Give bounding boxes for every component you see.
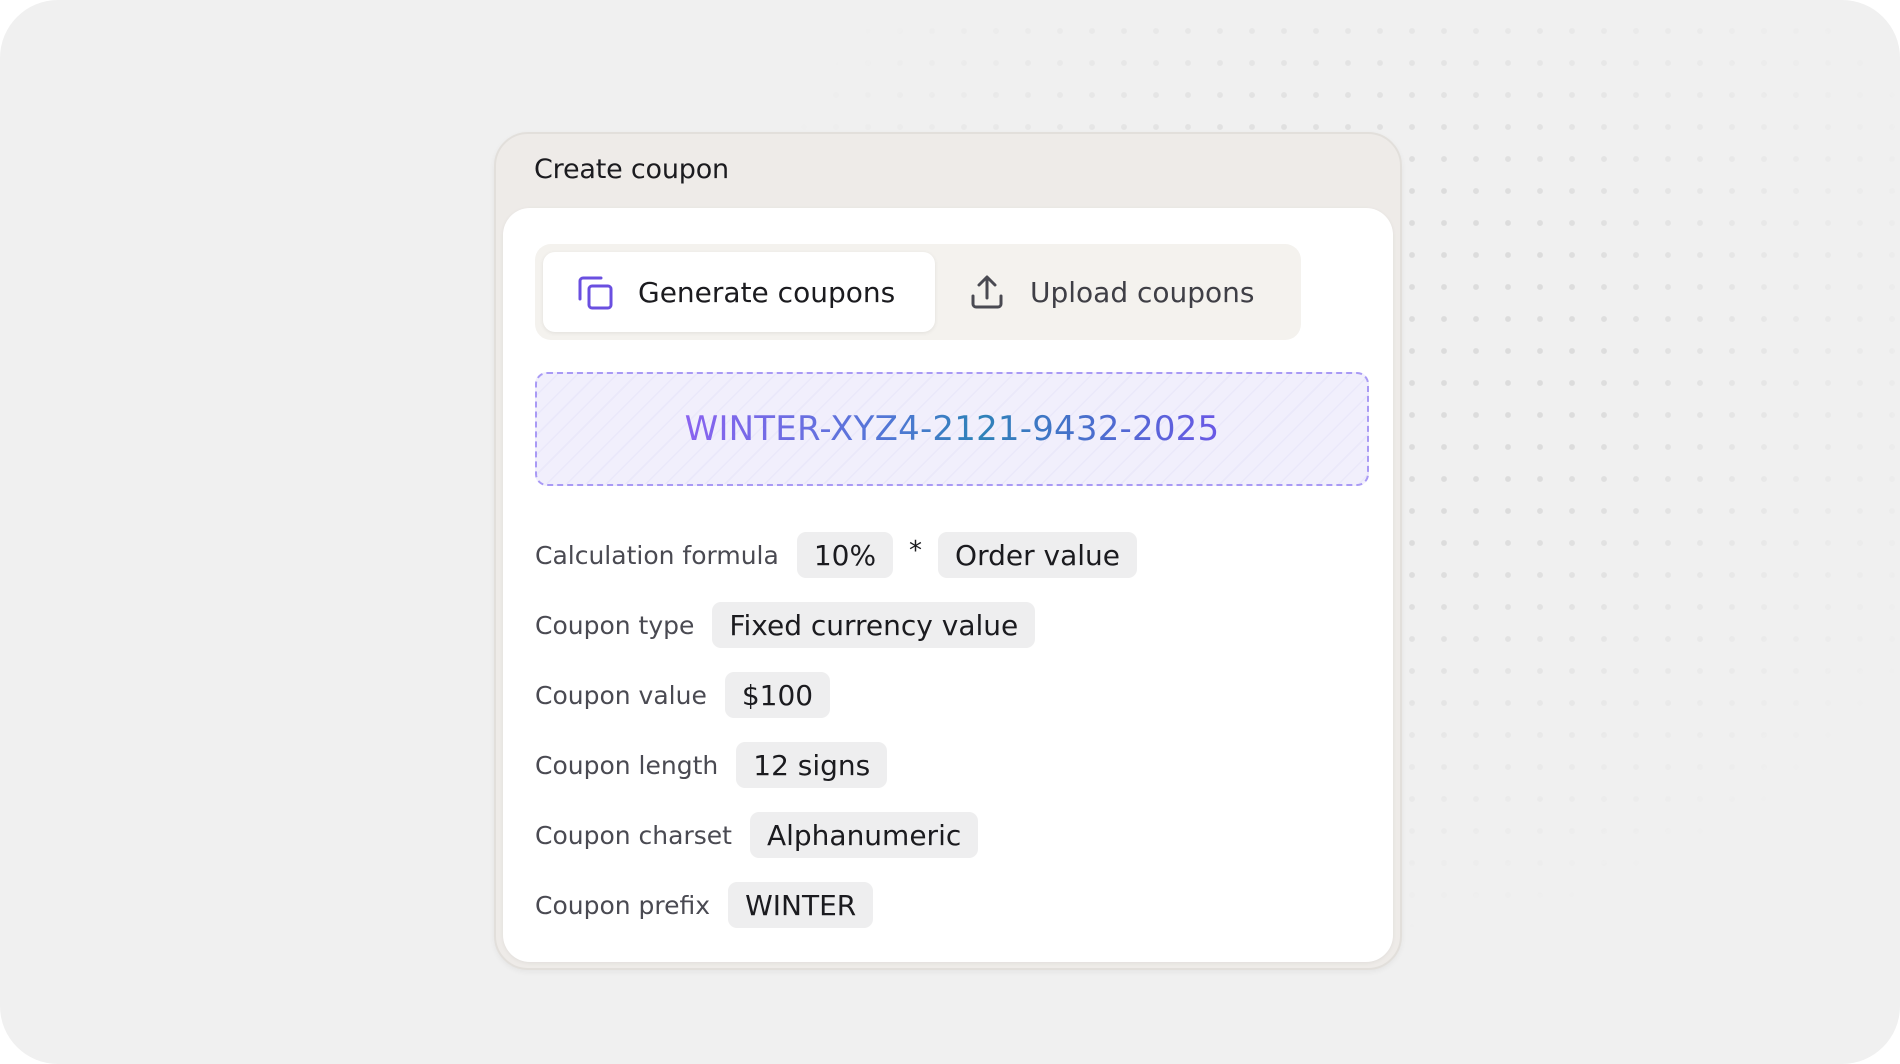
setting-label-charset: Coupon charset (535, 820, 732, 850)
setting-label-type: Coupon type (535, 610, 695, 640)
setting-label-prefix: Coupon prefix (535, 890, 711, 920)
coupon-source-toggle: Generate coupons Upload coupons (535, 244, 1301, 340)
formula-base-chip[interactable]: Order value (938, 532, 1137, 578)
tab-generate-label: Generate coupons (638, 275, 896, 309)
formula-operator: * (909, 536, 923, 566)
coupon-code-preview: WINTER-XYZ4-2121-9432-2025 (535, 372, 1369, 486)
tab-generate-coupons[interactable]: Generate coupons (543, 252, 935, 332)
create-coupon-card: Create coupon Generate coupons Upload co… (494, 132, 1402, 970)
coupon-value-chip[interactable]: $100 (724, 672, 831, 718)
setting-label-formula: Calculation formula (535, 540, 779, 570)
tab-upload-coupons[interactable]: Upload coupons (961, 252, 1281, 332)
coupon-settings-list: Calculation formula 10% * Order value Co… (535, 532, 1369, 952)
setting-row-value: Coupon value $100 (535, 672, 1369, 718)
coupon-code: WINTER-XYZ4-2121-9432-2025 (684, 409, 1220, 449)
tab-upload-label: Upload coupons (1030, 275, 1255, 309)
setting-row-type: Coupon type Fixed currency value (535, 602, 1369, 648)
setting-row-charset: Coupon charset Alphanumeric (535, 812, 1369, 858)
coupon-length-chip[interactable]: 12 signs (736, 742, 888, 788)
setting-row-formula: Calculation formula 10% * Order value (535, 532, 1369, 578)
setting-label-value: Coupon value (535, 680, 707, 710)
coupon-charset-chip[interactable]: Alphanumeric (749, 812, 979, 858)
formula-percent-chip[interactable]: 10% (796, 532, 894, 578)
setting-row-prefix: Coupon prefix WINTER (535, 882, 1369, 928)
upload-icon (967, 272, 1007, 312)
coupon-prefix-chip[interactable]: WINTER (728, 882, 874, 928)
card-title: Create coupon (534, 154, 729, 185)
setting-label-length: Coupon length (535, 750, 719, 780)
coupon-type-chip[interactable]: Fixed currency value (712, 602, 1036, 648)
card-body: Generate coupons Upload coupons WINTER-X… (503, 208, 1393, 962)
background-canvas: Create coupon Generate coupons Upload co… (0, 0, 1900, 1064)
setting-row-length: Coupon length 12 signs (535, 742, 1369, 788)
copy-icon (575, 272, 615, 312)
